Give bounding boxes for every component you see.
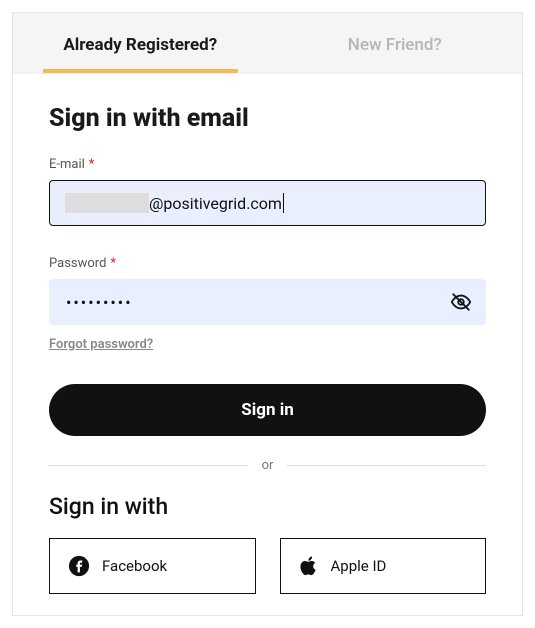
tab-new-friend[interactable]: New Friend? [268, 13, 523, 73]
toggle-password-visibility-button[interactable] [446, 287, 476, 317]
required-indicator: * [110, 256, 116, 271]
apple-button[interactable]: Apple ID [280, 538, 487, 594]
forgot-password-link[interactable]: Forgot password? [49, 337, 486, 352]
tab-label: New Friend? [348, 35, 442, 55]
signin-content: Sign in with email E-mail * @positivegrid… [13, 74, 522, 618]
email-input[interactable] [49, 180, 486, 226]
tab-already-registered[interactable]: Already Registered? [13, 13, 268, 73]
email-label: E-mail * [49, 157, 486, 172]
password-input[interactable] [49, 279, 486, 325]
page-title: Sign in with email [49, 104, 486, 133]
social-heading: Sign in with [49, 493, 486, 520]
divider-text: or [262, 458, 274, 473]
password-label: Password * [49, 256, 486, 271]
email-field-group: E-mail * @positivegrid.com [49, 157, 486, 238]
divider: or [49, 458, 486, 473]
password-input-wrap [49, 279, 486, 325]
tab-label: Already Registered? [63, 35, 217, 55]
apple-label: Apple ID [331, 557, 387, 575]
required-indicator: * [89, 157, 95, 172]
apple-icon [299, 555, 319, 577]
auth-card: Already Registered? New Friend? Sign in … [12, 12, 523, 616]
facebook-label: Facebook [102, 557, 167, 575]
password-label-text: Password [49, 256, 106, 271]
password-field-group: Password * [49, 256, 486, 337]
facebook-icon [68, 555, 90, 577]
facebook-button[interactable]: Facebook [49, 538, 256, 594]
email-input-wrap[interactable]: @positivegrid.com [49, 180, 486, 226]
auth-tabs: Already Registered? New Friend? [13, 13, 522, 74]
social-buttons-row: Facebook Apple ID [49, 538, 486, 594]
email-label-text: E-mail [49, 157, 85, 172]
signin-button[interactable]: Sign in [49, 384, 486, 436]
eye-off-icon [450, 291, 472, 313]
